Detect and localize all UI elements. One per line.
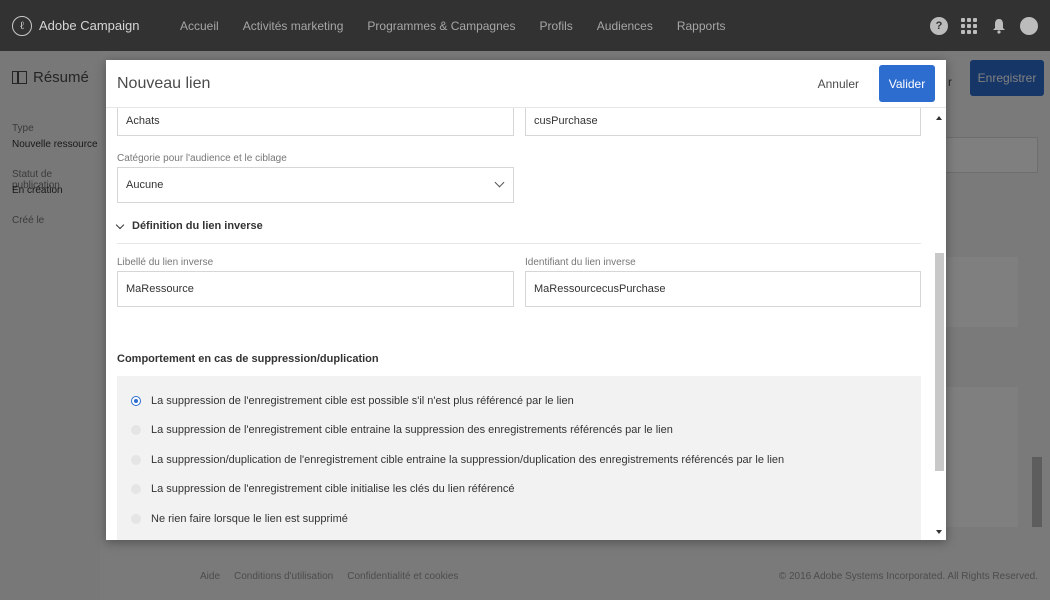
behavior-option-label: La suppression/duplication de l'enregist… [151, 454, 785, 466]
behavior-title: Comportement en cas de suppression/dupli… [117, 353, 379, 365]
notifications-bell-icon[interactable] [990, 17, 1008, 35]
inverse-label-label: Libellé du lien inverse [117, 257, 214, 268]
user-avatar-icon[interactable] [1020, 16, 1038, 35]
nav-item-accueil[interactable]: Accueil [180, 19, 219, 33]
scrollbar-thumb[interactable] [935, 253, 944, 471]
section-divider [117, 243, 921, 244]
category-select[interactable]: Aucune [117, 167, 514, 203]
category-select-value: Aucune [126, 179, 164, 191]
nav-item-programmes-campagnes[interactable]: Programmes & Campagnes [367, 19, 515, 33]
radio-selected-icon[interactable] [131, 396, 141, 406]
radio-icon[interactable] [131, 455, 141, 465]
main-nav: Accueil Activités marketing Programmes &… [180, 19, 750, 33]
help-icon[interactable]: ? [930, 16, 948, 35]
scroll-up-arrow-icon[interactable] [936, 116, 942, 120]
inverse-link-section-toggle[interactable]: Définition du lien inverse [115, 220, 263, 232]
validate-button[interactable]: Valider [879, 65, 935, 102]
top-icons: ? [918, 0, 1038, 51]
category-label: Catégorie pour l'audience et le ciblage [117, 153, 287, 164]
cancel-button[interactable]: Annuler [818, 77, 859, 91]
nav-item-rapports[interactable]: Rapports [677, 19, 726, 33]
nav-item-audiences[interactable]: Audiences [597, 19, 653, 33]
apps-grid-icon[interactable] [960, 17, 978, 35]
link-id-field[interactable]: cusPurchase [525, 108, 921, 136]
behavior-radio-group: La suppression de l'enregistrement cible… [117, 376, 921, 540]
behavior-option[interactable]: La suppression de l'enregistrement cible… [131, 395, 574, 407]
inverse-link-section-label: Définition du lien inverse [132, 220, 263, 232]
dialog-title: Nouveau lien [117, 75, 211, 92]
behavior-option-label: Ne rien faire lorsque le lien est suppri… [151, 513, 348, 525]
inverse-id-label: Identifiant du lien inverse [525, 257, 636, 268]
inverse-id-field[interactable]: MaRessourcecusPurchase [525, 271, 921, 307]
chevron-down-icon [115, 220, 125, 229]
top-navigation-bar: ℓ Adobe Campaign Accueil Activités marke… [0, 0, 1050, 51]
new-link-dialog: Nouveau lien Annuler Valider Achats cusP… [106, 60, 946, 540]
chevron-down-icon [494, 177, 505, 188]
radio-icon[interactable] [131, 514, 141, 524]
dialog-scrollbar[interactable] [933, 108, 946, 540]
radio-icon[interactable] [131, 425, 141, 435]
app-name: Adobe Campaign [39, 18, 140, 33]
behavior-option-label: La suppression de l'enregistrement cible… [151, 424, 673, 436]
dialog-body: Achats cusPurchase Catégorie pour l'audi… [106, 108, 933, 540]
link-label-field[interactable]: Achats [117, 108, 514, 136]
adobe-campaign-logo-icon: ℓ [12, 15, 32, 36]
behavior-option[interactable]: La suppression de l'enregistrement cible… [131, 483, 514, 495]
behavior-option[interactable]: La suppression de l'enregistrement cible… [131, 424, 673, 436]
nav-item-profils[interactable]: Profils [539, 19, 572, 33]
scroll-down-arrow-icon[interactable] [936, 530, 942, 534]
app-logo[interactable]: ℓ Adobe Campaign [12, 15, 162, 36]
dialog-header: Nouveau lien Annuler Valider [106, 60, 946, 108]
inverse-label-field[interactable]: MaRessource [117, 271, 514, 307]
behavior-option-label: La suppression de l'enregistrement cible… [151, 483, 515, 495]
behavior-option[interactable]: La suppression/duplication de l'enregist… [131, 454, 784, 466]
nav-item-activites-marketing[interactable]: Activités marketing [243, 19, 344, 33]
behavior-option-label: La suppression de l'enregistrement cible… [151, 395, 574, 407]
behavior-option[interactable]: Ne rien faire lorsque le lien est suppri… [131, 513, 348, 525]
radio-icon[interactable] [131, 484, 141, 494]
